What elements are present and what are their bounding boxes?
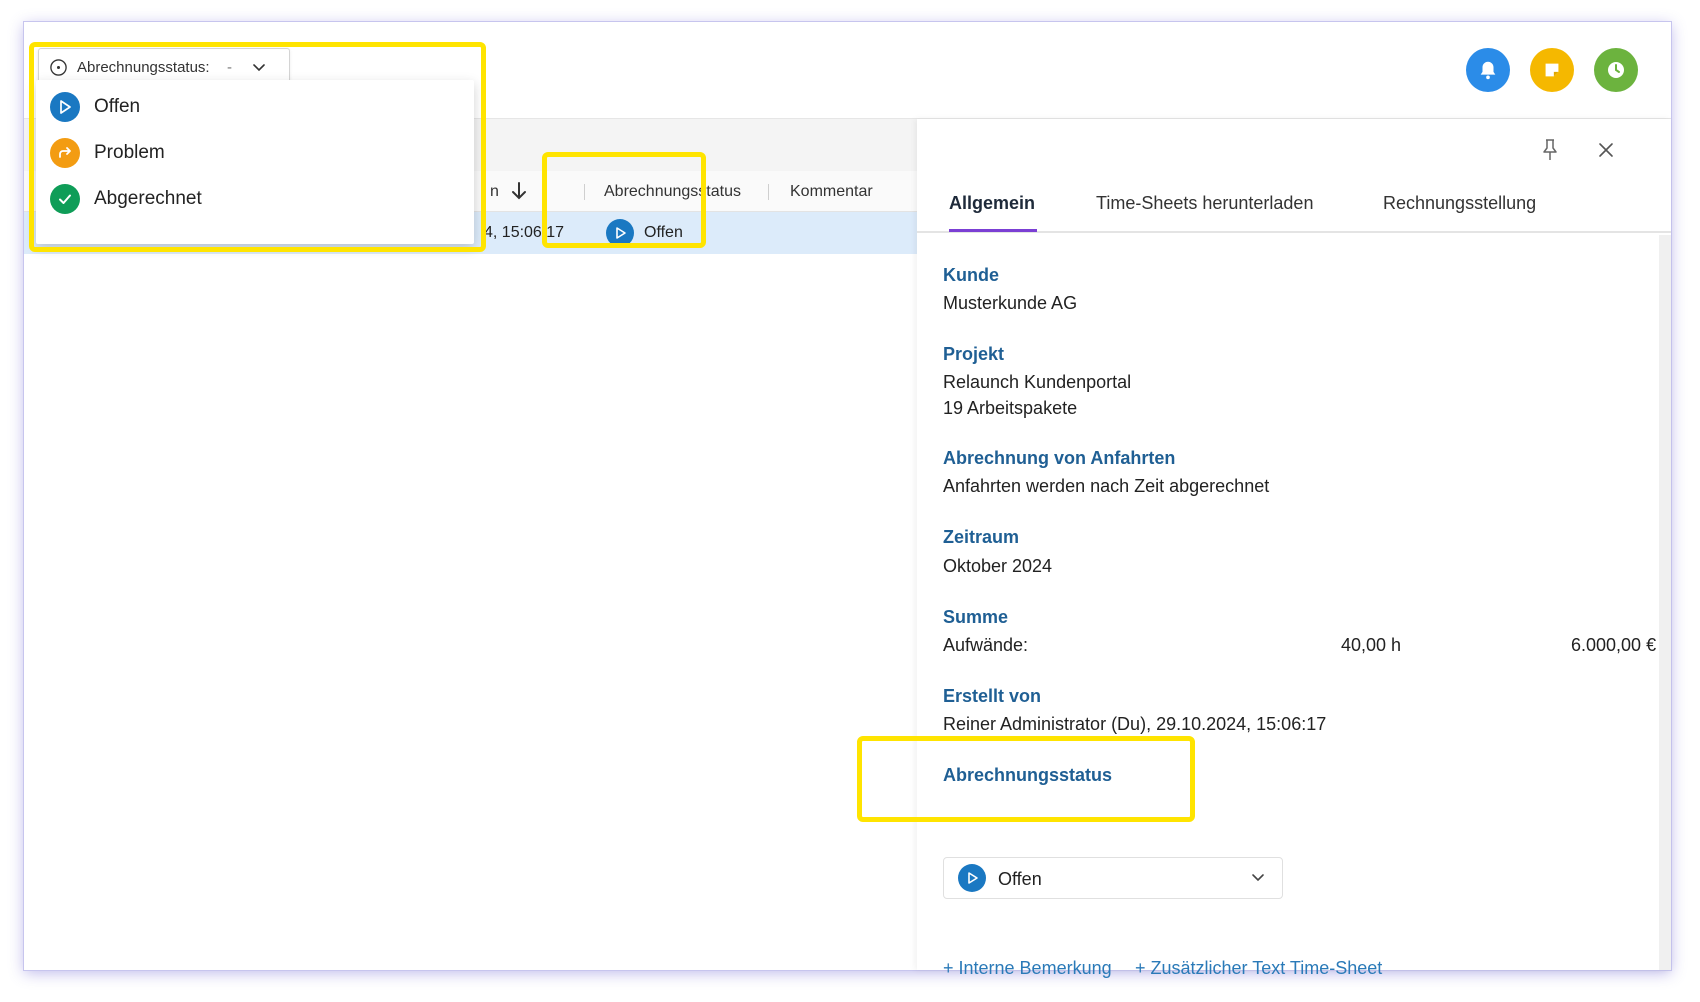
summe-label: Summe [943,607,1009,627]
pin-icon[interactable] [1539,137,1561,168]
erstellt-value: Reiner Administrator (Du), 29.10.2024, 1… [943,714,1327,734]
kunde-value: Musterkunde AG [943,293,1078,313]
tab-bar: Allgemein Time-Sheets herunterladen Rech… [917,185,1671,233]
highlight-box-list-status [542,152,706,248]
summe-amount: 6.000,00 € [1571,635,1657,655]
kunde-label: Kunde [943,265,999,285]
projekt-pakete: 19 Arbeitspakete [943,398,1078,418]
highlight-box-detail-status [857,736,1195,822]
anfahrten-label: Abrechnung von Anfahrten [943,448,1176,468]
tab-allgemein[interactable]: Allgemein [949,193,1035,214]
tab-time-sheets-herunterladen[interactable]: Time-Sheets herunterladen [1096,193,1313,214]
projekt-label: Projekt [943,344,1005,364]
bell-icon[interactable] [1466,48,1510,92]
clock-icon[interactable] [1594,48,1638,92]
scrollbar[interactable] [1659,235,1671,970]
abrechnungsstatus-value: Offen [998,869,1042,889]
sort-descending-icon[interactable] [510,181,528,206]
column-header-date[interactable]: n [490,183,499,201]
summe-item: Aufwände: [943,635,1029,655]
column-header-kommentar[interactable]: Kommentar [790,183,873,201]
zeitraum-value: Oktober 2024 [943,556,1053,576]
summe-hours: 40,00 h [1341,635,1402,655]
abrechnungsstatus-select[interactable]: Offen [943,857,1283,899]
active-tab-indicator [949,229,1037,232]
play-icon [958,864,986,892]
column-separator[interactable] [768,184,769,200]
close-icon[interactable] [1597,141,1615,164]
tab-rechnungsstellung[interactable]: Rechnungsstellung [1383,193,1536,214]
note-icon[interactable] [1530,48,1574,92]
add-timesheet-text-link[interactable]: + Zusätzlicher Text Time-Sheet [1135,958,1382,979]
highlight-box-filter-dropdown [29,42,486,252]
chevron-down-icon [1250,871,1266,890]
zeitraum-label: Zeitraum [943,527,1020,547]
detail-panel: Allgemein Time-Sheets herunterladen Rech… [917,119,1671,978]
anfahrten-value: Anfahrten werden nach Zeit abgerechnet [943,476,1270,496]
erstellt-label: Erstellt von [943,686,1042,706]
projekt-value: Relaunch Kundenportal [943,372,1132,392]
add-internal-note-link[interactable]: + Interne Bemerkung [943,958,1112,979]
